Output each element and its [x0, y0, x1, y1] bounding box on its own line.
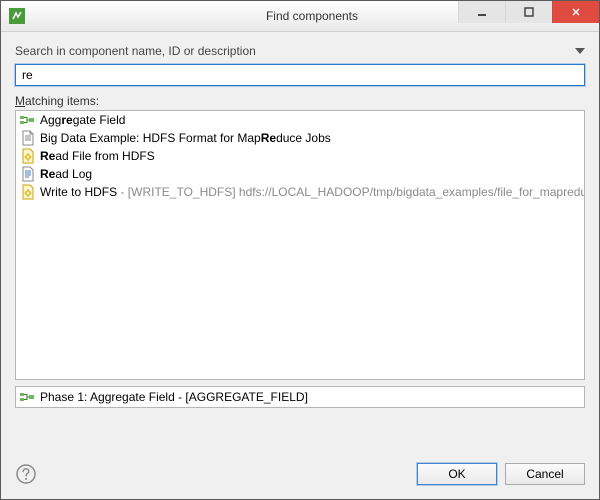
list-item[interactable]: Big Data Example: HDFS Format for MapRed…: [16, 129, 585, 147]
titlebar: Find components: [1, 1, 599, 32]
search-options-dropdown[interactable]: [575, 48, 585, 54]
list-item-label: Write to HDFS - [WRITE_TO_HDFS] hdfs://L…: [40, 185, 585, 199]
minimize-button[interactable]: [458, 1, 505, 23]
list-item[interactable]: Aggregate Field: [16, 111, 585, 129]
list-item[interactable]: Write to HDFS - [WRITE_TO_HDFS] hdfs://L…: [16, 183, 585, 201]
matching-items-label: Matching items:: [15, 94, 585, 108]
list-item-label: Read Log: [40, 167, 92, 181]
file-gear-icon: [20, 184, 36, 200]
maximize-button[interactable]: [505, 1, 552, 23]
results-list[interactable]: Aggregate Field Big Data Example: HDFS Fo…: [15, 110, 585, 380]
search-label-row: Search in component name, ID or descript…: [15, 44, 585, 58]
file-gear-icon: [20, 148, 36, 164]
aggregate-icon: [20, 112, 36, 128]
list-item-label: Big Data Example: HDFS Format for MapRed…: [40, 131, 331, 145]
list-item[interactable]: Read File from HDFS: [16, 147, 585, 165]
log-icon: [20, 166, 36, 182]
status-text: Phase 1: Aggregate Field - [AGGREGATE_FI…: [40, 390, 308, 404]
list-item-label: Aggregate Field: [40, 113, 125, 127]
cancel-button[interactable]: Cancel: [505, 463, 585, 485]
aggregate-icon: [20, 389, 36, 405]
help-icon[interactable]: [15, 463, 37, 485]
document-icon: [20, 130, 36, 146]
app-icon: [9, 8, 25, 24]
search-label: Search in component name, ID or descript…: [15, 44, 256, 58]
list-item-label: Read File from HDFS: [40, 149, 155, 163]
status-row: Phase 1: Aggregate Field - [AGGREGATE_FI…: [15, 386, 585, 408]
search-input[interactable]: [15, 64, 585, 86]
dialog-body: Search in component name, ID or descript…: [1, 32, 599, 451]
dialog-window: Find components Search in component name…: [0, 0, 600, 500]
window-controls: [458, 1, 599, 23]
list-item[interactable]: Read Log: [16, 165, 585, 183]
ok-button[interactable]: OK: [417, 463, 497, 485]
button-row: OK Cancel: [1, 451, 599, 499]
close-button[interactable]: [552, 1, 599, 23]
